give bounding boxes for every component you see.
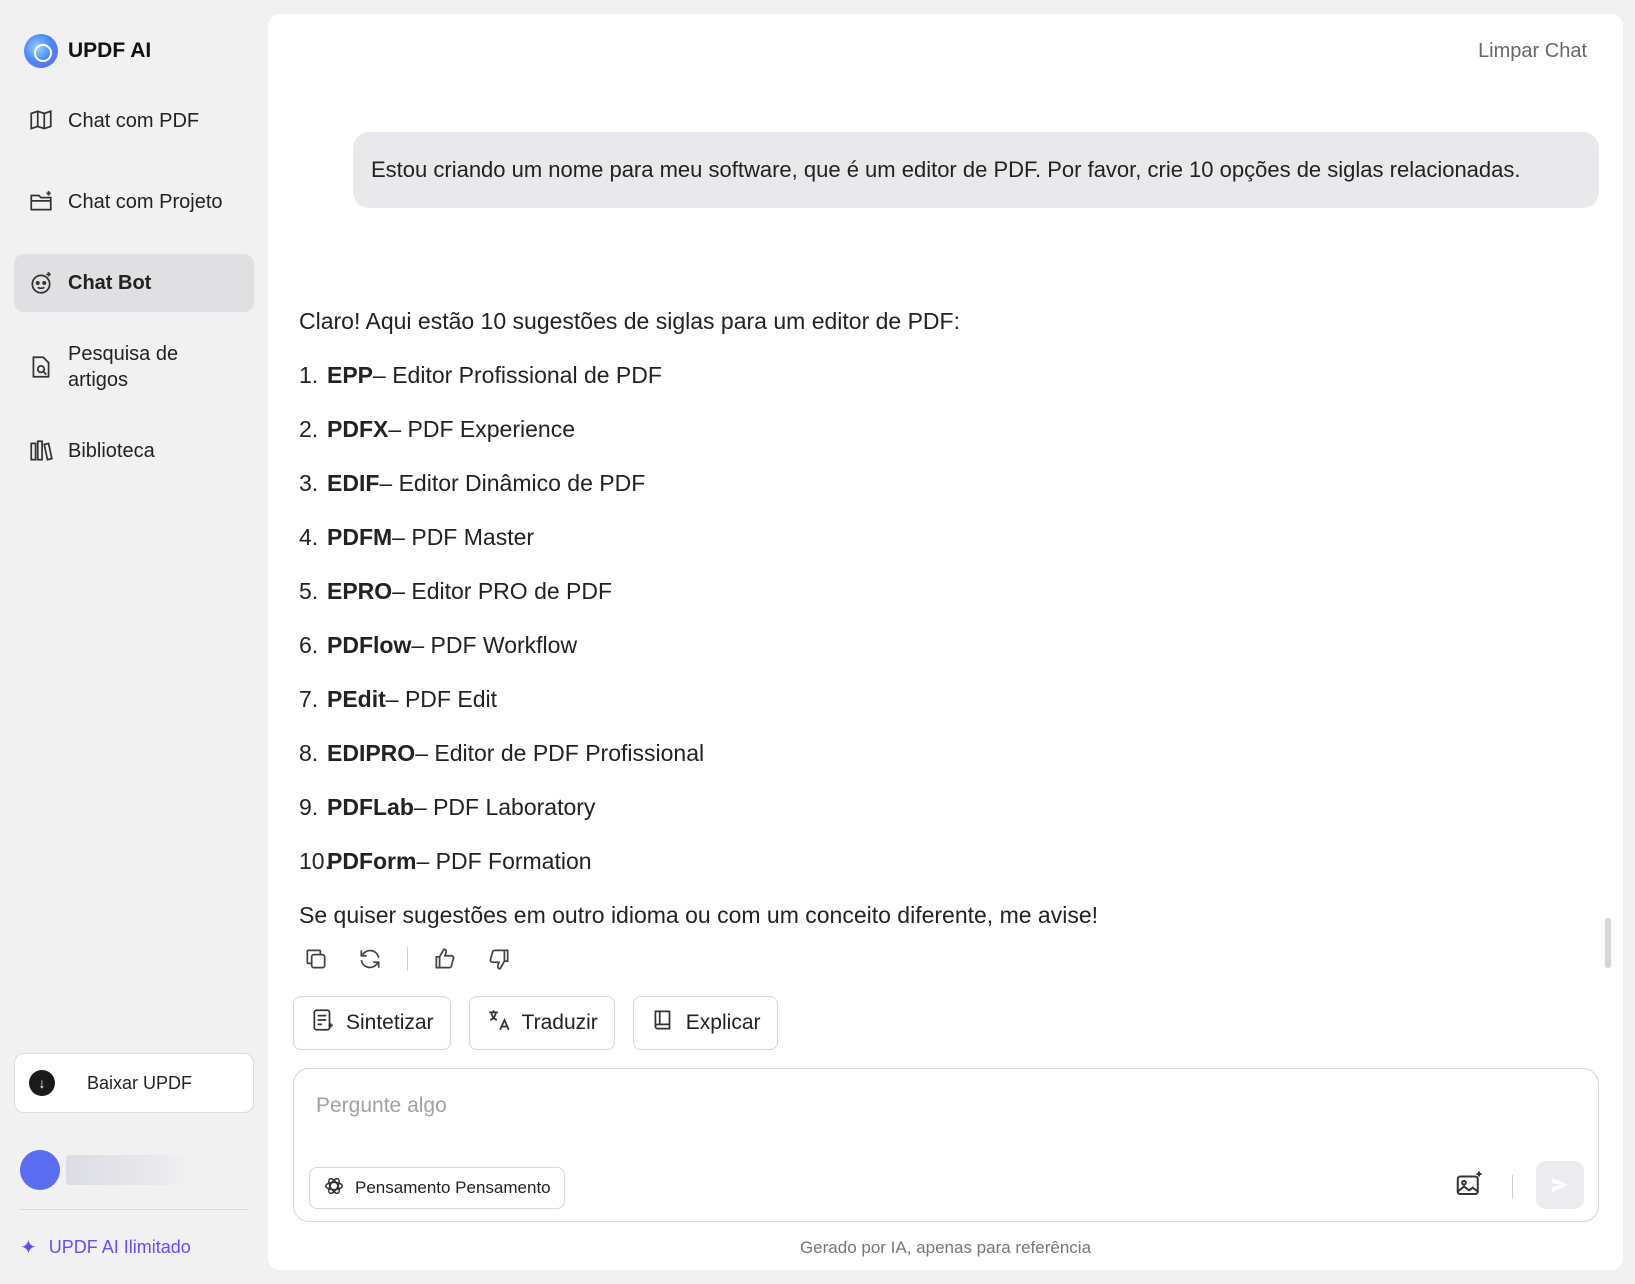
sidebar-item-chat-com-pdf[interactable]: Chat com PDF [14,92,254,150]
list-item: 3. EDIF – Editor Dinâmico de PDF [299,470,646,496]
list-item: 4. PDFM – PDF Master [299,524,535,550]
divider [407,947,408,971]
sidebar-item-chat-bot[interactable]: Chat Bot [14,254,254,312]
sparkle-icon: ✦ [20,1237,37,1259]
download-icon: ↓ [29,1070,55,1096]
send-button[interactable] [1536,1161,1584,1209]
updf-logo-icon [24,34,58,68]
message-input[interactable] [316,1091,1316,1121]
brand-name: UPDF AI [68,39,152,62]
sidebar-item-biblioteca[interactable]: Biblioteca [14,422,254,480]
summarize-icon [310,1007,336,1039]
user-profile[interactable] [20,1150,186,1190]
book-icon [650,1007,676,1039]
image-upload-icon[interactable] [1454,1169,1486,1201]
sidebar-item-label: Chat com PDF [68,109,200,132]
copy-icon[interactable] [299,942,333,976]
sidebar-item-pesquisa-de-artigos[interactable]: Pesquisa de artigos [14,335,254,399]
sidebar-item-label: Biblioteca [68,439,155,462]
download-label: Baixar UPDF [87,1072,193,1093]
list-item: 5. EPRO – Editor PRO de PDF [299,578,613,604]
thinking-toggle[interactable]: Pensamento Pensamento [309,1167,565,1209]
divider [1512,1175,1513,1199]
list-item: 6. PDFlow – PDF Workflow [299,632,578,658]
answer-intro: Claro! Aqui estão 10 sugestões de siglas… [299,308,960,334]
chat-panel: Limpar Chat Estou criando um nome para m… [268,14,1623,1270]
sidebar-item-label: Pesquisa de artigos [68,343,179,391]
sidebar-nav: Chat com PDF Chat com Projeto Chat Bot P… [14,92,254,503]
translate-label: Traduzir [521,1011,598,1034]
list-item: 7. PEdit – PDF Edit [299,686,497,712]
quick-actions: Sintetizar Traduzir Explicar [293,996,778,1050]
document-search-icon [28,354,54,380]
thinking-label: Pensamento Pensamento [355,1178,551,1197]
summarize-label: Sintetizar [346,1011,434,1034]
download-updf-button[interactable]: ↓ Baixar UPDF [14,1053,254,1113]
book-open-icon [28,108,54,134]
list-item: 8. EDIPRO – Editor de PDF Profissional [299,740,705,766]
send-icon [1551,1177,1569,1193]
thumbs-down-icon[interactable] [482,942,516,976]
library-icon [28,438,54,464]
message-composer: Pensamento Pensamento [293,1068,1599,1222]
scrollbar[interactable] [1605,918,1611,968]
thumbs-up-icon[interactable] [428,942,462,976]
explain-label: Explicar [685,1011,761,1034]
sidebar: UPDF AI Chat com PDF Chat com Projeto Ch… [0,0,268,1284]
sidebar-item-label: Chat Bot [68,271,152,294]
translate-button[interactable]: Traduzir [468,996,615,1050]
list-item: 10. PDForm – PDF Formation [299,848,592,874]
answer-outro: Se quiser sugestões em outro idioma ou c… [299,902,1099,928]
folder-sparkle-icon [28,189,54,215]
brand[interactable]: UPDF AI [24,34,151,68]
upgrade-link[interactable]: ✦ UPDF AI Ilimitado [20,1235,191,1260]
explain-button[interactable]: Explicar [632,996,778,1050]
list-item: 2. PDFX – PDF Experience [299,416,575,442]
assistant-answer: Claro! Aqui estão 10 sugestões de siglas… [299,294,1499,942]
disclaimer: Gerado por IA, apenas para referência [799,1238,1092,1257]
list-item: 1. EPP – Editor Profissional de PDF [299,362,662,388]
sidebar-item-chat-com-projeto[interactable]: Chat com Projeto [14,173,254,231]
atom-icon [323,1175,345,1202]
sidebar-item-label: Chat com Projeto [68,190,223,213]
avatar [20,1150,60,1190]
upgrade-label: UPDF AI Ilimitado [48,1237,191,1257]
user-message: Estou criando um nome para meu software,… [353,132,1599,208]
regenerate-icon[interactable] [353,942,387,976]
list-item: 9. PDFLab – PDF Laboratory [299,794,596,820]
clear-chat-button[interactable]: Limpar Chat [1478,40,1587,63]
summarize-button[interactable]: Sintetizar [293,996,451,1050]
bot-face-icon [28,270,54,296]
message-actions [299,942,516,976]
user-name-redacted [66,1155,186,1185]
divider [20,1209,248,1210]
translate-icon [486,1007,512,1039]
